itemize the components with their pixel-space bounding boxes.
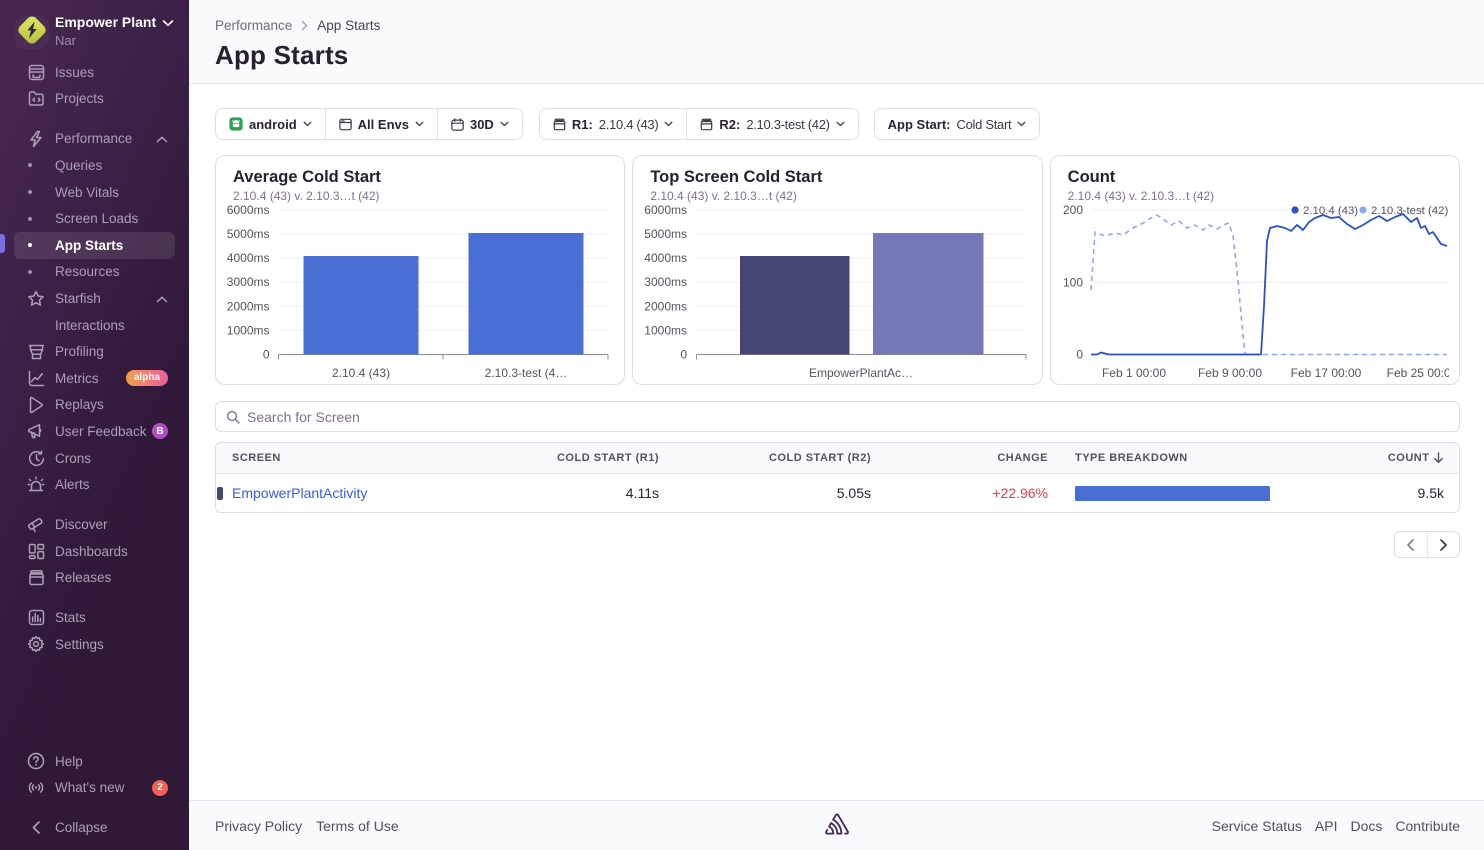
svg-text:4000ms: 4000ms: [645, 251, 688, 265]
svg-text:EmpowerPlantAc…: EmpowerPlantAc…: [809, 366, 913, 380]
svg-text:1000ms: 1000ms: [227, 323, 270, 337]
svg-text:2000ms: 2000ms: [645, 299, 688, 313]
svg-text:0: 0: [1076, 348, 1083, 362]
svg-text:2.10.4 (43): 2.10.4 (43): [332, 366, 390, 380]
svg-text:1000ms: 1000ms: [645, 323, 688, 337]
svg-text:3000ms: 3000ms: [645, 275, 688, 289]
svg-text:6000ms: 6000ms: [227, 203, 270, 217]
svg-text:5000ms: 5000ms: [645, 227, 688, 241]
svg-text:4000ms: 4000ms: [227, 251, 270, 265]
svg-text:0: 0: [263, 347, 270, 361]
svg-text:200: 200: [1063, 203, 1083, 217]
svg-text:3000ms: 3000ms: [227, 275, 270, 289]
svg-text:2.10.3-test (4…: 2.10.3-test (4…: [485, 366, 568, 380]
svg-text:6000ms: 6000ms: [645, 203, 688, 217]
svg-text:0: 0: [681, 347, 688, 361]
svg-text:100: 100: [1063, 276, 1083, 290]
svg-text:2.10.4 (43): 2.10.4 (43): [1303, 205, 1358, 217]
svg-text:2000ms: 2000ms: [227, 299, 270, 313]
svg-text:Feb 17 00:00: Feb 17 00:00: [1290, 366, 1361, 380]
svg-text:2.10.3-test (42): 2.10.3-test (42): [1371, 205, 1448, 217]
svg-text:Feb 25 00:00: Feb 25 00:00: [1386, 366, 1448, 380]
svg-text:5000ms: 5000ms: [227, 227, 270, 241]
svg-text:Feb 9 00:00: Feb 9 00:00: [1198, 366, 1262, 380]
svg-text:Feb 1 00:00: Feb 1 00:00: [1102, 366, 1166, 380]
